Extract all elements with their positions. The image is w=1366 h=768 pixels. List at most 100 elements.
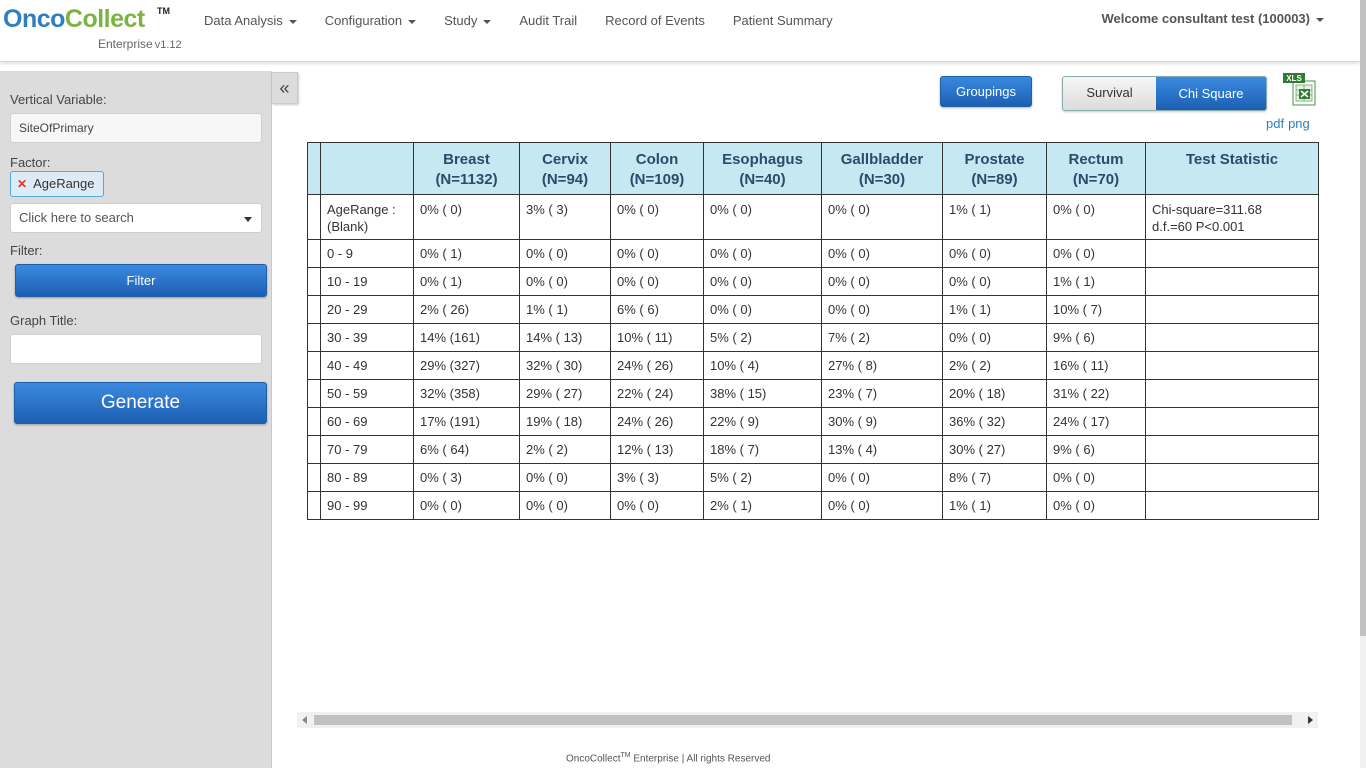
test-statistic-cell bbox=[1145, 351, 1319, 380]
column-count: (N=89) bbox=[971, 171, 1018, 188]
page-scrollbar-thumb[interactable] bbox=[1360, 0, 1366, 636]
table-cell: 1% ( 1) bbox=[942, 194, 1047, 240]
table-row: AgeRange : (Blank) 0% ( 0) 3% ( 3) 0% ( 0) 0%… bbox=[307, 194, 1319, 240]
table-cell: 22% ( 24) bbox=[610, 379, 704, 408]
table-cell: 0% ( 0) bbox=[942, 323, 1047, 352]
column-name: Gallbladder bbox=[840, 151, 924, 168]
row-label: AgeRange : (Blank) bbox=[320, 194, 414, 240]
factor-search-input[interactable]: Click here to search bbox=[10, 203, 262, 233]
table-row: 40 - 49 29% (327) 32% ( 30) 24% ( 26) 10% ( … bbox=[307, 351, 1319, 380]
nav-item-patient-summary[interactable]: Patient Summary bbox=[719, 12, 847, 30]
nav-item-label: Data Analysis bbox=[204, 13, 283, 28]
excel-export-icon[interactable]: XLS bbox=[1283, 73, 1317, 107]
pdf-export-link[interactable]: pdf bbox=[1266, 116, 1284, 131]
tab-survival[interactable]: Survival bbox=[1063, 77, 1156, 110]
remove-tag-icon[interactable]: ✕ bbox=[17, 177, 27, 191]
column-name: Esophagus bbox=[722, 151, 803, 168]
header-gutter bbox=[307, 142, 321, 195]
table-cell: 32% (358) bbox=[413, 379, 520, 408]
user-menu[interactable]: Welcome consultant test (100003) bbox=[1101, 11, 1324, 26]
table-cell: 5% ( 2) bbox=[703, 463, 822, 492]
table-cell: 0% ( 0) bbox=[413, 194, 520, 240]
table-scrollbar-thumb[interactable] bbox=[314, 715, 1292, 725]
table-cell: 0% ( 0) bbox=[821, 463, 943, 492]
graph-title-input[interactable] bbox=[10, 334, 262, 364]
generate-button[interactable]: Generate bbox=[14, 382, 267, 424]
table-cell: 0% ( 1) bbox=[413, 239, 520, 268]
test-statistic-cell bbox=[1145, 435, 1319, 464]
table-horizontal-scrollbar[interactable] bbox=[297, 712, 1318, 728]
groupings-button[interactable]: Groupings bbox=[940, 76, 1032, 107]
test-statistic-cell bbox=[1145, 491, 1319, 520]
row-gutter bbox=[307, 491, 321, 520]
table-cell: 22% ( 9) bbox=[703, 407, 822, 436]
footer-brand: OncoCollect bbox=[566, 753, 621, 765]
table-cell: 18% ( 7) bbox=[703, 435, 822, 464]
table-cell: 12% ( 13) bbox=[610, 435, 704, 464]
table-cell: 0% ( 0) bbox=[703, 267, 822, 296]
nav-item-configuration[interactable]: Configuration bbox=[311, 12, 430, 30]
column-header: Gallbladder (N=30) bbox=[821, 142, 943, 195]
table-cell: 24% ( 17) bbox=[1046, 407, 1146, 436]
logo-onco: Onco bbox=[3, 5, 65, 33]
table-cell: 6% ( 6) bbox=[610, 295, 704, 324]
nav-item-audit-trail[interactable]: Audit Trail bbox=[505, 12, 591, 30]
table-cell: 16% ( 11) bbox=[1046, 351, 1146, 380]
table-row: 70 - 79 6% ( 64) 2% ( 2) 12% ( 13) 18% ( 7) 1… bbox=[307, 435, 1319, 464]
factor-label: Factor: bbox=[10, 155, 51, 170]
row-label-line: 10 - 19 bbox=[327, 274, 368, 289]
row-label-line: 40 - 49 bbox=[327, 358, 368, 373]
table-row: 50 - 59 32% (358) 29% ( 27) 22% ( 24) 38% ( … bbox=[307, 379, 1319, 408]
table-cell: 24% ( 26) bbox=[610, 351, 704, 380]
analysis-type-toggle: Survival Chi Square bbox=[1062, 76, 1267, 111]
table-cell: 0% ( 0) bbox=[703, 239, 822, 268]
row-gutter bbox=[307, 239, 321, 268]
table-cell: 38% ( 15) bbox=[703, 379, 822, 408]
table-cell: 0% ( 0) bbox=[610, 491, 704, 520]
app-logo[interactable]: OncoCollect TM Enterprise v1.12 bbox=[3, 4, 182, 51]
chevron-down-icon bbox=[1316, 17, 1324, 22]
page-scrollbar[interactable] bbox=[1360, 0, 1366, 768]
column-count: (N=40) bbox=[739, 171, 786, 188]
row-label: 70 - 79 bbox=[320, 435, 414, 464]
nav-item-record-of-events[interactable]: Record of Events bbox=[591, 12, 719, 30]
column-header: Rectum (N=70) bbox=[1046, 142, 1146, 195]
row-label-line: 0 - 9 bbox=[327, 246, 354, 261]
column-name: Colon bbox=[635, 151, 679, 168]
row-label: 40 - 49 bbox=[320, 351, 414, 380]
table-cell: 1% ( 1) bbox=[1046, 267, 1146, 296]
main-nav: Data Analysis Configuration Study Audit Tra… bbox=[190, 12, 847, 30]
table-cell: 0% ( 0) bbox=[1046, 463, 1146, 492]
collapse-sidebar-icon[interactable]: « bbox=[272, 72, 298, 104]
column-count: (N=30) bbox=[858, 171, 906, 188]
scroll-left-icon[interactable] bbox=[302, 716, 307, 724]
vertical-variable-label: Vertical Variable: bbox=[10, 92, 107, 107]
row-label: 20 - 29 bbox=[320, 295, 414, 324]
column-header: Prostate (N=89) bbox=[942, 142, 1047, 195]
test-statistic-cell bbox=[1145, 323, 1319, 352]
export-links: pdf png bbox=[1266, 116, 1314, 131]
table-cell: 7% ( 2) bbox=[821, 323, 943, 352]
table-cell: 20% ( 18) bbox=[942, 379, 1047, 408]
table-cell: 0% ( 0) bbox=[610, 194, 704, 240]
table-row: 80 - 89 0% ( 3) 0% ( 0) 3% ( 3) 5% ( 2) 0% ( … bbox=[307, 463, 1319, 492]
column-header: Breast (N=1132) bbox=[413, 142, 520, 195]
column-header: Esophagus (N=40) bbox=[703, 142, 822, 195]
nav-item-study[interactable]: Study bbox=[430, 12, 505, 30]
tab-chi-square[interactable]: Chi Square bbox=[1156, 77, 1266, 110]
test-statistic-header: Test Statistic bbox=[1145, 142, 1319, 195]
scroll-right-icon[interactable] bbox=[1308, 716, 1313, 724]
row-label-line: 20 - 29 bbox=[327, 302, 368, 317]
table-cell: 0% ( 0) bbox=[703, 194, 822, 240]
vertical-variable-select[interactable]: SiteOfPrimary bbox=[10, 113, 262, 143]
chi-square-table: Breast (N=1132) Cervix (N=94) Colon (N=109) Es… bbox=[307, 142, 1319, 520]
table-cell: 0% ( 0) bbox=[703, 295, 822, 324]
column-count: (N=70) bbox=[1072, 171, 1120, 188]
nav-item-data-analysis[interactable]: Data Analysis bbox=[190, 12, 311, 30]
chi-square-value: Chi-square=311.68 bbox=[1152, 202, 1262, 217]
table-cell: 2% ( 2) bbox=[942, 351, 1047, 380]
png-export-link[interactable]: png bbox=[1288, 116, 1310, 131]
filter-button[interactable]: Filter bbox=[15, 264, 267, 297]
row-gutter bbox=[307, 295, 321, 324]
table-cell: 0% ( 1) bbox=[413, 267, 520, 296]
